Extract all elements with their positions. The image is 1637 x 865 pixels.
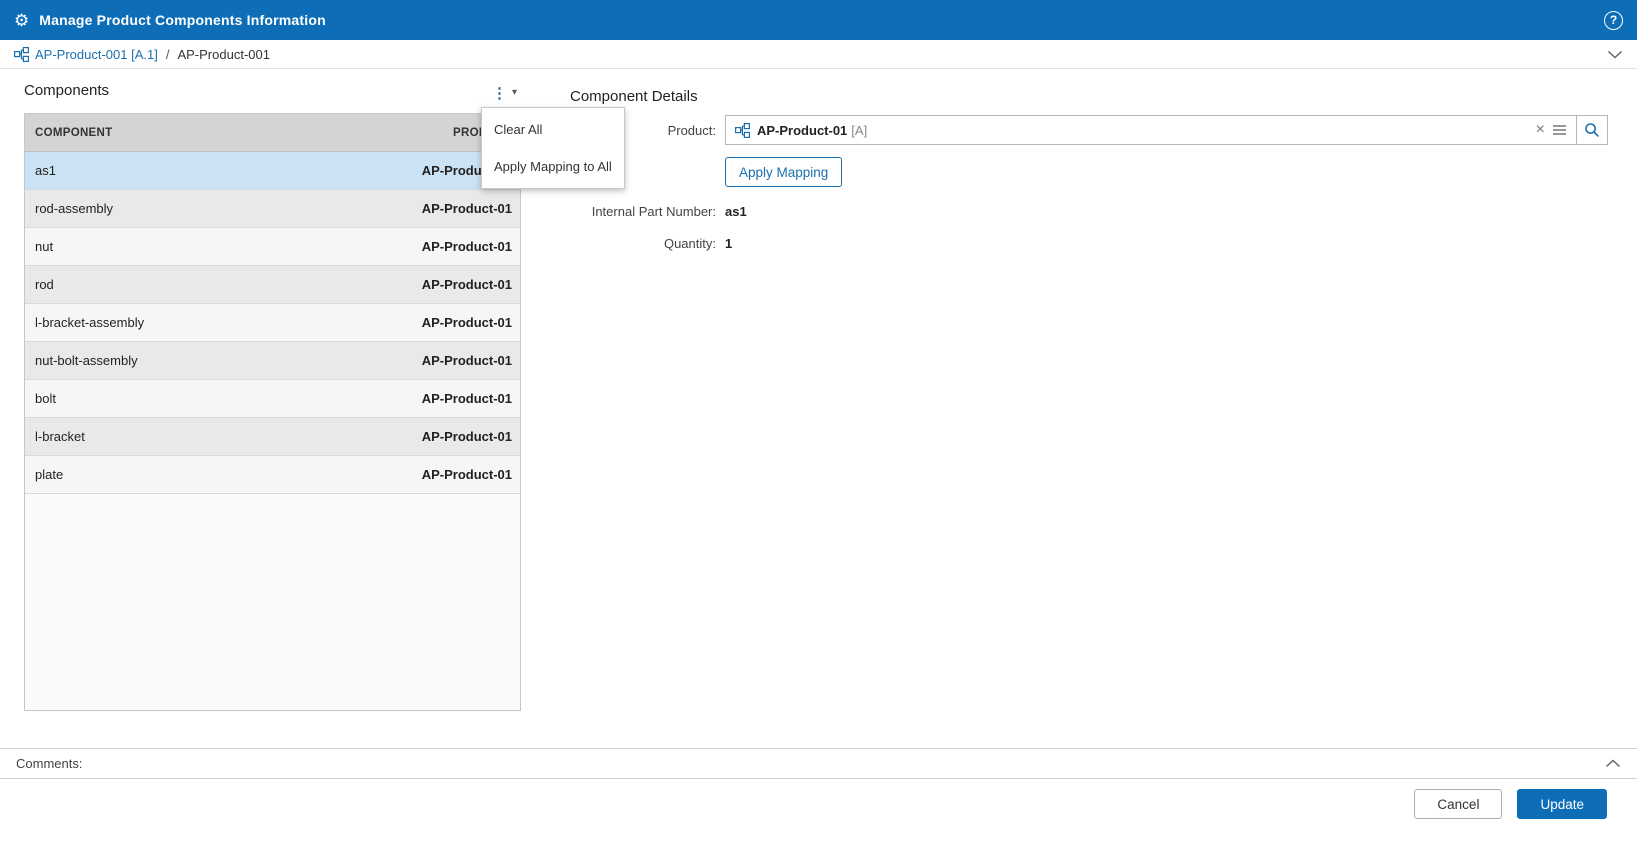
app-header: ⚙ Manage Product Components Information … (0, 0, 1637, 40)
breadcrumb-link[interactable]: AP-Product-001 [A.1] (35, 47, 158, 62)
product-cell: AP-Product-01 (421, 277, 512, 292)
context-menu: Clear All Apply Mapping to All (481, 107, 625, 189)
product-cell: AP-Product-01 (421, 353, 512, 368)
list-icon[interactable] (1552, 123, 1567, 137)
table-actions-menu-button[interactable]: ⋮ ▾ (492, 82, 517, 104)
product-version: [A] (851, 122, 868, 138)
menu-item[interactable]: Clear All (482, 111, 624, 148)
components-table-body: as1 AP-Product-01 rod-assembly AP-Product-0… (25, 152, 520, 494)
table-row[interactable]: l-bracket AP-Product-01 (25, 418, 520, 456)
component-cell: nut (35, 239, 54, 254)
internal-part-number-value: as1 (725, 204, 747, 219)
breadcrumb-current: AP-Product-001 (177, 46, 270, 62)
page-title: Manage Product Components Information (39, 12, 326, 28)
product-cell: AP-Product-01 (421, 429, 512, 444)
search-icon (1584, 122, 1600, 138)
component-details-title: Component Details (570, 88, 698, 105)
quantity-row: Quantity: 1 (570, 236, 1608, 251)
product-input[interactable]: AP-Product-01 [A] × (725, 115, 1577, 145)
help-icon[interactable]: ? (1604, 10, 1623, 30)
product-cell: AP-Product-01 (421, 391, 512, 406)
comments-section: Comments: (0, 748, 1637, 779)
product-cell: AP-Product-01 (421, 239, 512, 254)
internal-part-number-row: Internal Part Number: as1 (570, 204, 1608, 219)
quantity-label: Quantity: (663, 236, 716, 251)
caret-down-icon: ▾ (512, 87, 518, 98)
cancel-button[interactable]: Cancel (1414, 789, 1503, 819)
apply-mapping-button[interactable]: Apply Mapping (725, 157, 843, 187)
component-cell: rod-assembly (35, 201, 114, 216)
component-cell: l-bracket (35, 429, 85, 444)
component-cell: plate (35, 467, 64, 482)
search-button[interactable] (1576, 115, 1608, 145)
components-table-header: COMPONENT PRODUCT (25, 114, 520, 152)
table-row[interactable]: rod-assembly AP-Product-01 (25, 190, 520, 228)
table-row[interactable]: nut-bolt-assembly AP-Product-01 (25, 342, 520, 380)
chevron-down-icon[interactable] (1607, 50, 1623, 59)
comments-label: Comments: (16, 756, 83, 771)
chevron-up-icon[interactable] (1605, 759, 1621, 768)
component-cell: rod (35, 277, 54, 292)
breadcrumb-separator: / (165, 46, 170, 62)
product-row: Product: AP-Product-01 [A] × (570, 115, 1608, 145)
product-value: AP-Product-01 (757, 122, 848, 138)
product-field-wrap: AP-Product-01 [A] × (725, 115, 1608, 145)
footer-bar: Cancel Update (0, 779, 1637, 865)
product-cell: AP-Product-01 (421, 315, 512, 330)
components-panel: Components COMPONENT PRODUCT as1AP-Produ… (24, 82, 521, 711)
table-row[interactable]: rod AP-Product-01 (25, 266, 520, 304)
menu-item[interactable]: Apply Mapping to All (482, 148, 624, 185)
component-cell: nut-bolt-assembly (35, 353, 138, 368)
component-cell: l-bracket-assembly (35, 315, 145, 330)
bom-icon (14, 46, 29, 62)
gear-icon: ⚙ (14, 10, 30, 30)
update-button[interactable]: Update (1517, 789, 1607, 819)
bom-icon (735, 122, 750, 138)
table-row[interactable]: l-bracket-assembly AP-Product-01 (25, 304, 520, 342)
product-cell: AP-Product-01 (421, 201, 512, 216)
component-details-panel: Component Details Product: AP-Product-01… (570, 88, 1608, 251)
table-row[interactable]: as1 AP-Product-01 (25, 152, 520, 190)
quantity-value: 1 (725, 236, 733, 251)
column-header-component: COMPONENT (35, 126, 113, 139)
breadcrumb: AP-Product-001 [A.1] / AP-Product-001 (0, 40, 1637, 69)
clear-icon[interactable]: × (1536, 122, 1545, 138)
table-row[interactable]: plate AP-Product-01 (25, 456, 520, 494)
component-cell: bolt (35, 391, 56, 406)
product-cell: AP-Product-01 (421, 467, 512, 482)
component-cell: as1 (35, 163, 56, 178)
kebab-icon: ⋮ (492, 84, 507, 102)
components-table: COMPONENT PRODUCT as1AP-Product-01rod-as… (24, 113, 521, 711)
table-row[interactable]: nut AP-Product-01 (25, 228, 520, 266)
table-row[interactable]: bolt AP-Product-01 (25, 380, 520, 418)
internal-part-number-label: Internal Part Number: (591, 204, 716, 219)
components-title: Components (24, 82, 110, 99)
